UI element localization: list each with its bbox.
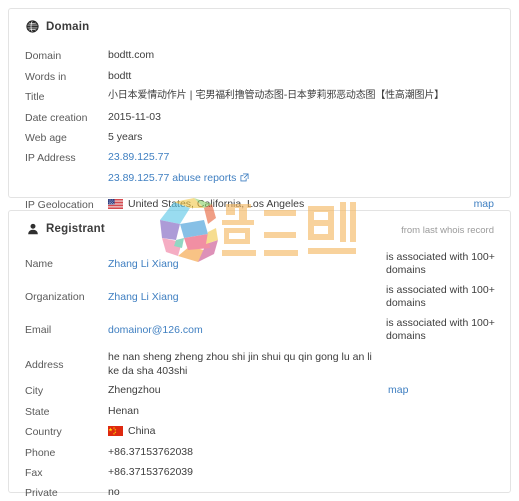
name-association-note: is associated with 100+ domains	[386, 251, 495, 276]
row-ip-address: IP Address 23.89.125.77	[9, 150, 510, 171]
row-address: Address he nan sheng zheng zhou shi jin …	[9, 350, 510, 383]
row-fax: Fax +86.37153762039	[9, 465, 510, 485]
row-label-private: Private	[25, 487, 58, 499]
row-label-domain: Domain	[25, 50, 62, 62]
row-label-abuse-reports	[25, 171, 108, 172]
row-label-words-in: Words in	[25, 71, 67, 83]
row-value-private: no	[108, 486, 120, 498]
registrant-card-title: Registrant	[46, 222, 105, 235]
row-label-address: Address	[25, 359, 64, 371]
row-label-name: Name	[25, 258, 54, 270]
row-web-age: Web age 5 years	[9, 130, 510, 150]
abuse-reports-link[interactable]: 23.89.125.77 abuse reports	[108, 172, 236, 184]
row-email: Email domainor@126.com is associated wit…	[9, 317, 510, 350]
row-abuse-reports: 23.89.125.77 abuse reports	[9, 171, 510, 192]
row-label-date-creation: Date creation	[25, 112, 88, 124]
row-label-country: Country	[25, 426, 62, 438]
country-text: China	[128, 425, 156, 437]
row-phone: Phone +86.37153762038	[9, 445, 510, 465]
row-value-state: Henan	[108, 405, 139, 417]
row-label-ip-address: IP Address	[25, 152, 76, 164]
user-icon	[26, 222, 39, 235]
row-value-ip-address: 23.89.125.77	[108, 150, 494, 164]
row-domain: Domain bodtt.com	[9, 48, 510, 69]
geolocation-map-link[interactable]: map	[474, 198, 494, 210]
row-value-abuse-reports: 23.89.125.77 abuse reports	[108, 171, 494, 185]
row-value-phone: +86.37153762038	[108, 446, 193, 458]
row-label-fax: Fax	[25, 467, 43, 479]
registrant-card: Registrant from last whois record Name Z…	[8, 210, 511, 499]
domain-card: Domain Domain bodtt.com Words in bodtt T…	[8, 8, 511, 211]
row-value-web-age: 5 years	[108, 131, 143, 143]
globe-icon	[26, 20, 39, 33]
row-value-words-in: bodtt	[108, 70, 132, 82]
row-label-title: Title	[25, 91, 45, 103]
whois-source-note: from last whois record	[401, 225, 494, 236]
domain-card-title: Domain	[46, 20, 90, 33]
row-label-organization: Organization	[25, 291, 85, 303]
ip-geolocation-text: United States, California, Los Angeles	[128, 198, 305, 210]
row-private: Private no	[9, 485, 510, 501]
china-flag-icon	[108, 426, 123, 436]
registrant-card-header: Registrant	[26, 222, 105, 235]
row-city: City Zhengzhou map	[9, 383, 510, 404]
row-value-city: Zhengzhou	[108, 384, 161, 396]
row-words-in: Words in bodtt	[9, 69, 510, 89]
row-value-title: 小日本爱情动作片 | 宅男福利撸管动态图-日本萝莉邪恶动态图【性高潮图片】	[108, 90, 444, 101]
row-label-web-age: Web age	[25, 132, 67, 144]
external-link-icon[interactable]	[240, 172, 249, 182]
row-value-date-creation: 2015-11-03	[108, 111, 161, 123]
row-name: Name Zhang Li Xiang is associated with 1…	[9, 251, 510, 284]
row-value-address: he nan sheng zheng zhou shi jin shui qu …	[108, 351, 372, 377]
city-map-link[interactable]: map	[388, 384, 408, 396]
row-country: Country China	[9, 424, 510, 445]
row-value-domain: bodtt.com	[108, 49, 155, 61]
row-label-phone: Phone	[25, 447, 56, 459]
registrant-organization-link[interactable]: Zhang Li Xiang	[108, 291, 179, 303]
organization-association-note: is associated with 100+ domains	[386, 284, 495, 309]
registrant-rows: Name Zhang Li Xiang is associated with 1…	[9, 251, 510, 501]
row-organization: Organization Zhang Li Xiang is associate…	[9, 284, 510, 317]
domain-card-header: Domain	[26, 20, 89, 33]
domain-rows: Domain bodtt.com Words in bodtt Title 小日…	[9, 48, 510, 219]
row-state: State Henan	[9, 404, 510, 424]
row-value-fax: +86.37153762039	[108, 466, 193, 478]
registrant-email-link[interactable]: domainor@126.com	[108, 324, 203, 336]
us-flag-icon	[108, 199, 123, 209]
row-label-state: State	[25, 406, 50, 418]
ip-address-link[interactable]: 23.89.125.77	[108, 151, 169, 163]
row-label-email: Email	[25, 324, 52, 336]
row-label-city: City	[25, 385, 44, 397]
row-value-country: China	[108, 424, 494, 438]
whois-report-page: Domain Domain bodtt.com Words in bodtt T…	[0, 0, 519, 501]
row-title: Title 小日本爱情动作片 | 宅男福利撸管动态图-日本萝莉邪恶动态图【性高潮…	[9, 89, 510, 110]
row-date-creation: Date creation 2015-11-03	[9, 110, 510, 130]
email-association-note: is associated with 100+ domains	[386, 317, 495, 342]
row-value-ip-geolocation: United States, California, Los Angeles	[108, 197, 494, 211]
registrant-name-link[interactable]: Zhang Li Xiang	[108, 258, 179, 270]
